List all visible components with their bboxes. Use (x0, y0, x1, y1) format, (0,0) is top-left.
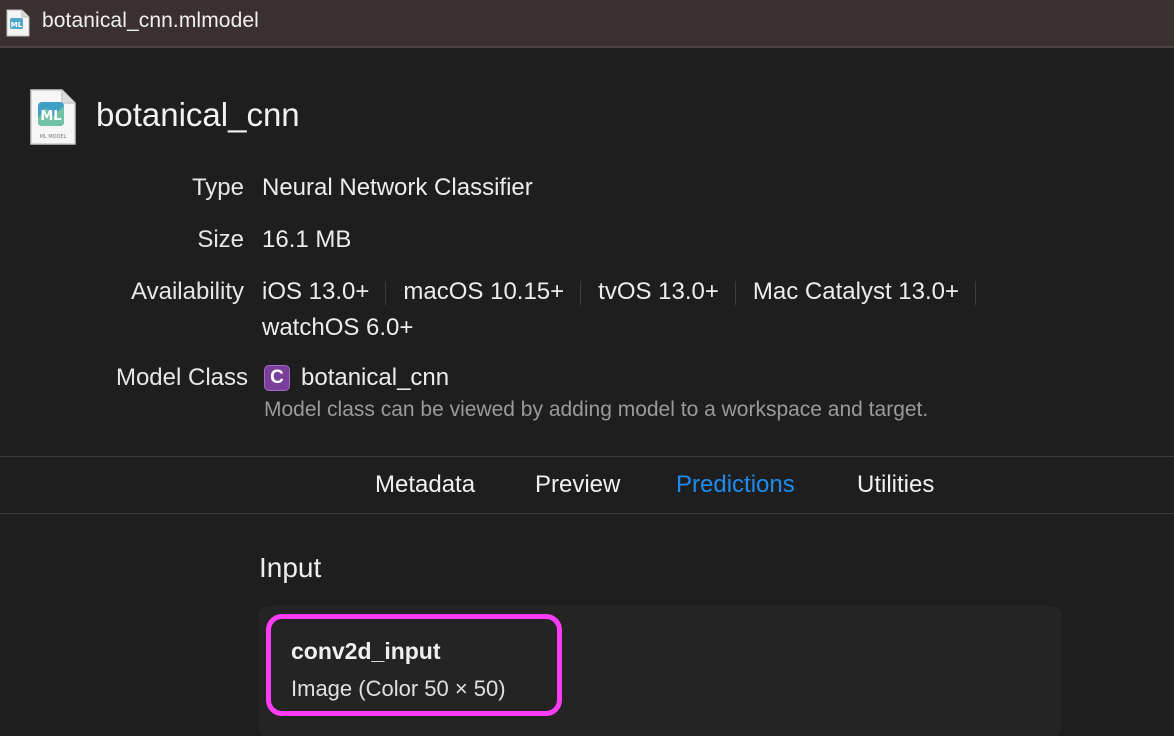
tab-utilities[interactable]: Utilities (857, 471, 934, 499)
availability-list: iOS 13.0+ macOS 10.15+ tvOS 13.0+ Mac Catal… (262, 278, 993, 306)
mlmodel-file-icon: ML (6, 9, 30, 37)
svg-text:ML: ML (40, 109, 61, 124)
platform-tvos: tvOS 13.0+ (598, 278, 719, 305)
svg-text:ML: ML (11, 21, 23, 29)
model-class-hint: Model class can be viewed by adding mode… (264, 398, 929, 421)
type-label: Type (191, 174, 244, 201)
model-class-label: Model Class (115, 364, 248, 391)
predictions-panel: Input conv2d_input Image (Color 50 × 50) (0, 514, 1174, 736)
window-title: botanical_cnn.mlmodel (42, 9, 259, 32)
class-symbol-icon: C (264, 365, 290, 391)
input-section-title: Input (259, 552, 322, 583)
platform-mac-catalyst: Mac Catalyst 13.0+ (752, 278, 960, 305)
platform-ios: iOS 13.0+ (262, 278, 370, 305)
icon-caption: ML MODEL (40, 134, 67, 140)
size-label: Size (197, 226, 244, 253)
tab-predictions[interactable]: Predictions (676, 471, 795, 499)
tab-bar: Metadata Preview Predictions Utilities (0, 456, 1174, 514)
divider (385, 280, 387, 305)
mlmodel-document-icon: ML ML MODEL (29, 88, 77, 146)
divider (975, 280, 977, 305)
type-value: Neural Network Classifier (262, 174, 533, 201)
size-value: 16.1 MB (262, 226, 352, 253)
availability-label: Availability (131, 278, 244, 305)
input-name: conv2d_input (291, 638, 441, 664)
tab-preview[interactable]: Preview (535, 471, 620, 499)
divider (580, 280, 582, 305)
platform-watchos: watchOS 6.0+ (262, 314, 414, 341)
window-titlebar: ML botanical_cnn.mlmodel (0, 0, 1174, 48)
model-class-name[interactable]: botanical_cnn (301, 364, 449, 392)
tab-metadata[interactable]: Metadata (375, 471, 475, 499)
model-summary: ML ML MODEL botanical_cnn Type Neural Ne… (0, 50, 1174, 456)
input-type: Image (Color 50 × 50) (291, 676, 506, 701)
platform-macos: macOS 10.15+ (403, 278, 565, 305)
model-name: botanical_cnn (96, 96, 300, 133)
divider (734, 280, 736, 305)
